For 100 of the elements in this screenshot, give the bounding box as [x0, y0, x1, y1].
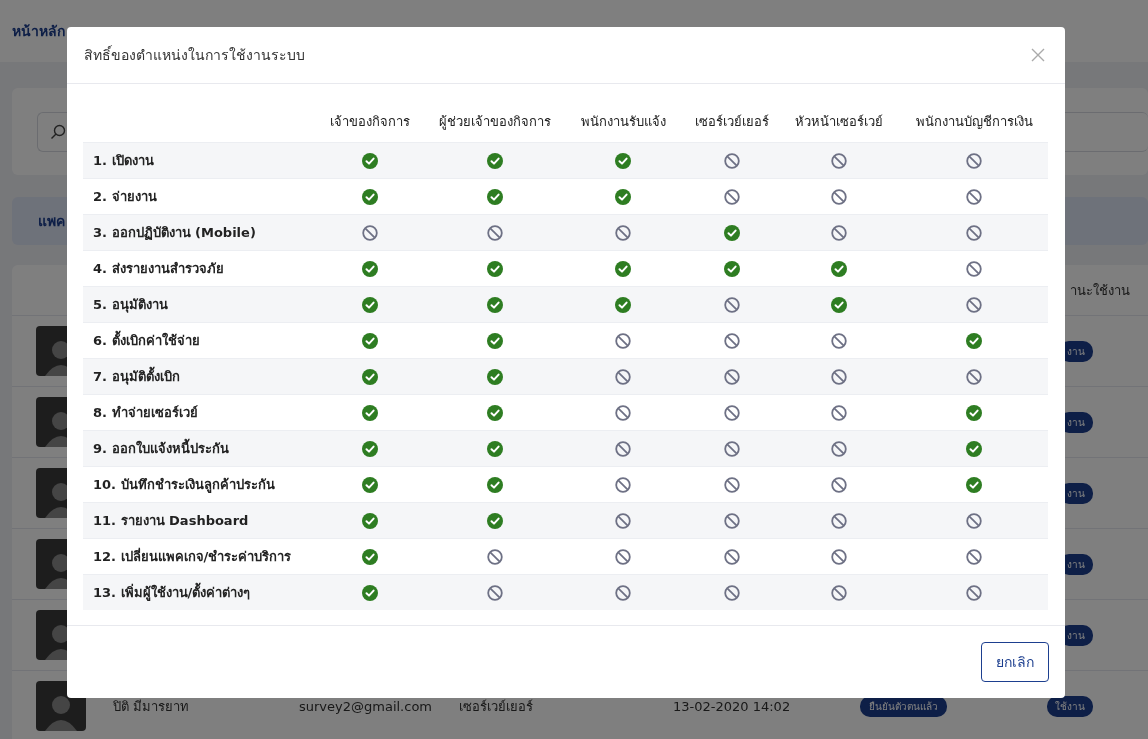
ban-icon	[724, 476, 740, 493]
permission-label: 8. ทำจ่ายเซอร์เวย์	[93, 404, 198, 422]
ban-icon	[831, 224, 847, 241]
ban-icon	[724, 548, 740, 565]
check-circle-icon	[966, 332, 982, 349]
permission-label: 13. เพิ่มผู้ใช้งาน/ตั้งค่าต่างๆ	[93, 582, 251, 603]
user-role: เซอร์เวย์เยอร์	[459, 697, 534, 716]
check-circle-icon	[615, 152, 631, 169]
ban-icon	[487, 584, 503, 601]
ban-icon	[724, 332, 740, 349]
ban-icon	[615, 584, 631, 601]
search-icon	[50, 123, 66, 140]
permission-label: 10. บันทึกชำระเงินลูกค้าประกัน	[93, 476, 275, 495]
ban-icon	[966, 152, 982, 169]
ban-icon	[724, 584, 740, 601]
check-circle-icon	[362, 152, 378, 169]
user-name: ปิติ มีมารยาท	[113, 697, 191, 716]
ban-icon	[724, 188, 740, 205]
ban-icon	[615, 440, 631, 457]
ban-icon	[831, 152, 847, 169]
ban-icon	[724, 404, 740, 421]
ban-icon	[362, 224, 378, 241]
check-circle-icon	[487, 368, 503, 385]
check-circle-icon	[487, 440, 503, 457]
column-header: านะใช้งาน	[1070, 281, 1130, 300]
ban-icon	[724, 512, 740, 529]
ban-icon	[966, 368, 982, 385]
ban-icon	[966, 296, 982, 313]
check-circle-icon	[362, 296, 378, 313]
ban-icon	[831, 548, 847, 565]
permission-label: 1. เปิดงาน	[93, 152, 154, 170]
breadcrumb-link[interactable]: หน้าหลัก	[12, 20, 65, 42]
ban-icon	[831, 476, 847, 493]
check-circle-icon	[362, 476, 378, 493]
close-button[interactable]	[1029, 46, 1047, 64]
ban-icon	[615, 368, 631, 385]
column-header: ผู้ช่วยเจ้าของกิจการ	[438, 112, 552, 132]
check-circle-icon	[966, 440, 982, 457]
check-circle-icon	[615, 296, 631, 313]
check-circle-icon	[615, 188, 631, 205]
permission-label: 11. รายงาน Dashboard	[93, 512, 249, 530]
ban-icon	[831, 404, 847, 421]
check-circle-icon	[362, 404, 378, 421]
ban-icon	[831, 440, 847, 457]
permission-label: 9. ออกใบแจ้งหนี้ประกัน	[93, 438, 229, 459]
check-circle-icon	[362, 440, 378, 457]
status-badge: ใช้งาน	[1047, 695, 1093, 717]
ban-icon	[724, 368, 740, 385]
check-circle-icon	[966, 476, 982, 493]
check-circle-icon	[487, 296, 503, 313]
check-circle-icon	[362, 188, 378, 205]
ban-icon	[487, 548, 503, 565]
ban-icon	[966, 548, 982, 565]
permission-label: 5. อนุมัติงาน	[93, 296, 168, 315]
check-circle-icon	[362, 548, 378, 565]
ban-icon	[615, 548, 631, 565]
ban-icon	[831, 332, 847, 349]
check-circle-icon	[487, 404, 503, 421]
ban-icon	[966, 584, 982, 601]
check-circle-icon	[362, 368, 378, 385]
ban-icon	[724, 296, 740, 313]
user-email: survey2@gmail.com	[299, 698, 433, 714]
ban-icon	[966, 512, 982, 529]
column-header: เจ้าของกิจการ	[329, 112, 411, 131]
check-circle-icon	[724, 260, 740, 277]
check-circle-icon	[487, 476, 503, 493]
check-circle-icon	[362, 512, 378, 529]
check-circle-icon	[487, 512, 503, 529]
cancel-button[interactable]: ยกเลิก	[981, 642, 1049, 682]
ban-icon	[831, 584, 847, 601]
created-date: 13-02-2020 14:02	[673, 698, 792, 714]
ban-icon	[487, 224, 503, 241]
check-circle-icon	[831, 296, 847, 313]
permission-label: 3. ออกปฏิบัติงาน (Mobile)	[93, 224, 256, 242]
check-circle-icon	[487, 152, 503, 169]
ban-icon	[831, 368, 847, 385]
column-header: เซอร์เวย์เยอร์	[694, 112, 770, 131]
ban-icon	[615, 512, 631, 529]
ban-icon	[615, 404, 631, 421]
ban-icon	[724, 152, 740, 169]
check-circle-icon	[615, 260, 631, 277]
dialog-title: สิทธิ์ของตำแหน่งในการใช้งานระบบ	[84, 44, 305, 65]
column-header: หัวหน้าเซอร์เวย์	[794, 112, 884, 131]
permission-label: 6. ตั้งเบิกค่าใช้จ่าย	[93, 330, 200, 351]
ban-icon	[831, 188, 847, 205]
check-circle-icon	[487, 332, 503, 349]
ban-icon	[615, 224, 631, 241]
check-circle-icon	[362, 260, 378, 277]
column-header: พนักงานรับแจ้ง	[579, 112, 667, 131]
check-circle-icon	[362, 332, 378, 349]
ban-icon	[724, 440, 740, 457]
check-circle-icon	[362, 584, 378, 601]
ban-icon	[615, 332, 631, 349]
ban-icon	[966, 260, 982, 277]
ban-icon	[615, 476, 631, 493]
ban-icon	[966, 188, 982, 205]
column-header: พนักงานบัญชีการเงิน	[914, 112, 1034, 131]
permission-label: 2. จ่ายงาน	[93, 188, 157, 206]
ban-icon	[966, 224, 982, 241]
permission-label: 12. เปลี่ยนแพคเกจ/ชำระค่าบริการ	[93, 546, 292, 566]
